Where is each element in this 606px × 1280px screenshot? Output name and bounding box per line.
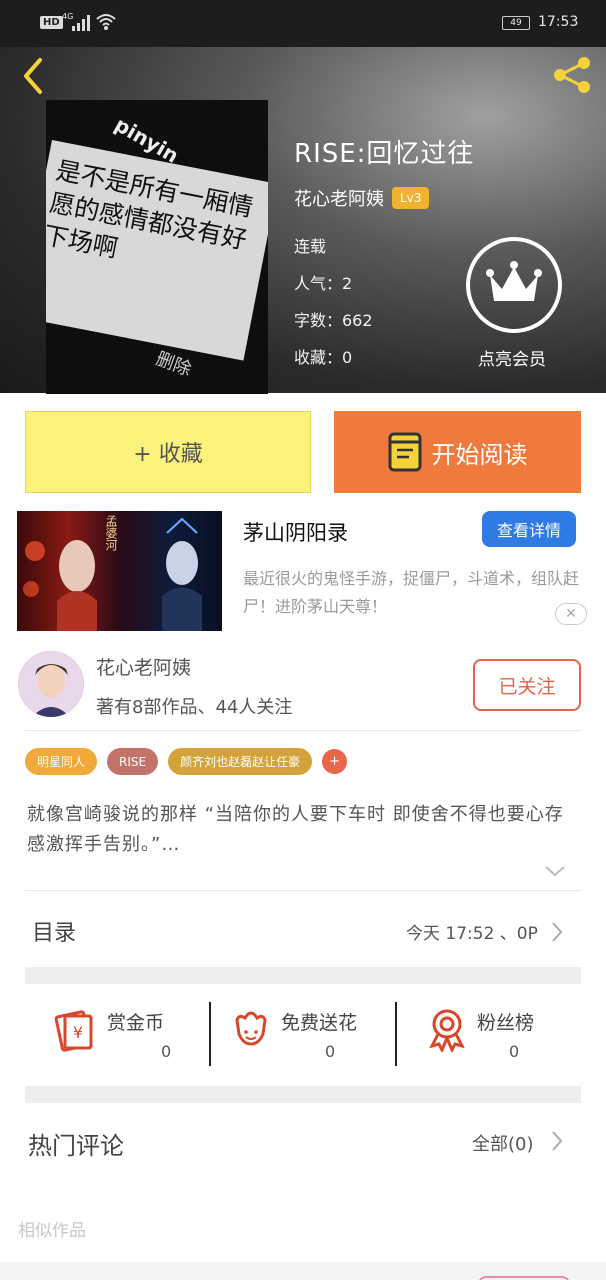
tag[interactable]: 明星同人 [25,748,98,775]
author-name[interactable]: 花心老阿姨 [294,185,384,211]
popularity: 人气：2 [294,274,353,293]
ad-title[interactable]: 茅山阴阳录 [243,517,348,547]
free-flower-value: 0 [325,1042,336,1061]
ad-artwork [23,517,202,631]
signal-icon [72,15,90,31]
clock: 17:53 [538,14,579,30]
book-title: RISE:回忆过往 [294,139,475,169]
author-row[interactable]: 花心老阿姨 Lv3 [294,185,430,211]
avatar-image [18,651,84,717]
section-separator [25,967,581,984]
avatar[interactable] [18,651,84,717]
author-section: 花心老阿姨 著有8部作品、44人关注 已关注 [0,645,606,729]
word-count: 字数：662 [294,311,373,330]
favorites-count: 收藏：0 [294,348,353,367]
interaction-stats: ¥ 赏金币 0 免费送花 0 粉丝榜 0 [25,1000,581,1068]
book-cover[interactable]: pinyin 是不是所有一厢情 愿的感情都没有好 下场啊 删除 [46,100,268,394]
ad-description: 最近很火的鬼怪手游，捉僵尸，斗道术，组队赶尸！进阶茅山天尊！ [243,569,580,616]
start-reading-label: 开始阅读 [431,440,528,469]
reward-label: 赏金币 [107,1012,165,1034]
fan-ranking[interactable]: 粉丝榜 0 [425,1000,575,1068]
author-stats: 著有8部作品、44人关注 [96,697,293,718]
tag-list: 明星同人 RISE 颜齐刘也赵磊赵让任豪 + [25,748,348,775]
author-name[interactable]: 花心老阿姨 [96,653,191,680]
back-arrow-icon[interactable] [18,56,48,96]
section-separator [25,1086,581,1103]
synopsis: 就像宫崎骏说的那样 “当陪你的人要下车时 即使舍不得也要心存感激挥手告别。”… [27,804,564,855]
svg-text:¥: ¥ [73,1023,83,1042]
ad-close-button[interactable]: ✕ [555,603,587,625]
cover-phone-screen: 是不是所有一厢情 愿的感情都没有好 下场啊 [46,140,268,361]
crown-icon [486,261,542,301]
collect-button[interactable]: + 收藏 [25,411,311,493]
toc-latest-update: 今天 17:52 、0P [406,924,538,944]
toc-label: 目录 [32,921,77,946]
all-comments-link[interactable]: 全部(0) [472,1130,534,1156]
book-icon [388,432,421,472]
hd-indicator: HD [40,16,63,29]
tag[interactable]: RISE [107,748,159,775]
free-flower-label: 免费送花 [281,1012,358,1034]
similar-works-title: 相似作品 [18,1221,86,1241]
table-of-contents-row[interactable]: 目录 今天 17:52 、0P [0,905,606,959]
red-envelope-icon: ¥ [54,1010,93,1052]
reward-value: 0 [161,1042,172,1061]
hot-comments-title: 热门评论 [28,1132,124,1160]
vip-label[interactable]: 点亮会员 [478,345,546,370]
add-tag-button[interactable]: + [322,749,348,774]
level-badge: Lv3 [392,187,430,209]
free-flower[interactable]: 免费送花 0 [229,1000,399,1068]
divider [209,1002,211,1066]
chevron-right-icon [552,922,563,942]
divider [25,890,581,891]
wifi-icon [96,14,116,30]
divider [395,1002,397,1066]
start-reading-button[interactable]: 开始阅读 [334,411,581,493]
serial-status: 连载 [294,237,327,256]
view-details-button[interactable]: 查看详情 [482,511,576,547]
fan-ranking-label: 粉丝榜 [477,1012,535,1034]
ad-image[interactable]: 孟婆河 [17,511,222,631]
tag[interactable]: 颜齐刘也赵磊赵让任豪 [168,748,313,775]
medal-icon [429,1009,465,1052]
hot-comments-header[interactable]: 热门评论 全部(0) [0,1118,606,1168]
vip-crown-button[interactable] [466,237,562,333]
chevron-down-icon[interactable] [544,862,566,880]
fan-ranking-value: 0 [509,1042,520,1061]
flower-icon [235,1011,267,1046]
follow-button[interactable]: 已关注 [473,659,581,711]
divider [25,730,581,731]
battery-icon: 49 [502,16,530,30]
bottom-floating-button[interactable] [478,1276,570,1280]
ad-banner[interactable]: 孟婆河 茅山阴阳录 查看详情 最近很火的鬼怪手游，捉僵尸，斗道术，组队赶尸！进阶… [0,503,606,635]
book-header: pinyin 是不是所有一厢情 愿的感情都没有好 下场啊 删除 RISE:回忆过… [0,47,606,394]
status-bar: HD 4G 49 17:53 [0,0,606,47]
share-icon[interactable] [550,55,594,95]
chevron-right-icon [552,1131,563,1151]
reward-coins[interactable]: ¥ 赏金币 0 [51,1000,201,1068]
